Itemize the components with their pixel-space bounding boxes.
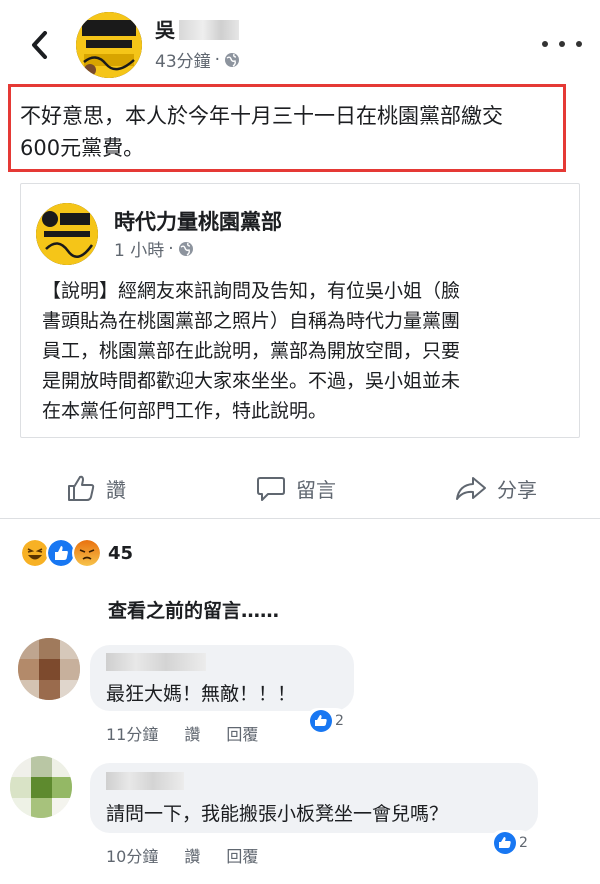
globe-icon <box>178 241 193 256</box>
blurred-avatar-image <box>18 638 80 700</box>
like-button[interactable]: 讚 <box>66 470 126 506</box>
post-timestamp[interactable]: 43分鐘 · <box>155 47 240 72</box>
comment-meta: 11分鐘 讚 回覆 <box>106 721 258 745</box>
comment-reply-link[interactable]: 回覆 <box>226 843 258 867</box>
divider <box>0 518 600 519</box>
more-horizontal-icon <box>542 41 548 47</box>
reaction-count: 45 <box>108 542 134 564</box>
more-options-button[interactable] <box>542 36 582 52</box>
blurred-commenter-name <box>106 772 184 790</box>
blurred-name <box>179 20 239 40</box>
party-logo-image <box>76 12 142 78</box>
party-logo-image <box>36 203 98 265</box>
blurred-avatar-image <box>10 756 72 818</box>
comment-like-link[interactable]: 讚 <box>184 843 200 867</box>
comment-button[interactable]: 留言 <box>256 470 336 506</box>
author-name[interactable]: 吳 <box>155 14 239 43</box>
comment-icon <box>257 477 285 501</box>
shared-page-name[interactable]: 時代力量桃園黨部 <box>114 206 282 236</box>
like-icon <box>310 710 332 732</box>
thumbs-up-icon <box>68 475 95 501</box>
author-avatar[interactable] <box>76 12 142 78</box>
share-button[interactable]: 分享 <box>455 470 537 506</box>
comment-reply-link[interactable]: 回覆 <box>226 721 258 745</box>
comment-text: 請問一下，我能搬張小板凳坐一會兒嗎？ <box>106 803 449 825</box>
comment-like-badge[interactable]: 2 <box>306 708 348 734</box>
shared-post-text: 【說明】經網友來訊詢問及告知，有位吳小姐（臉 書頭貼為在桃園黨部之照片）自稱為時… <box>42 280 461 422</box>
back-button[interactable] <box>22 28 56 62</box>
comment-bubble[interactable]: 請問一下，我能搬張小板凳坐一會兒嗎？ <box>90 763 538 833</box>
commenter-avatar[interactable] <box>10 756 72 818</box>
share-icon <box>456 477 486 500</box>
comment-meta: 10分鐘 讚 回覆 <box>106 843 258 867</box>
page-avatar[interactable] <box>36 203 98 265</box>
shared-timestamp[interactable]: 1 小時 · <box>114 236 194 261</box>
comment-like-badge[interactable]: 2 <box>490 830 532 856</box>
reactions-summary[interactable]: 45 <box>20 538 134 568</box>
comment-bubble[interactable]: 最狂大媽！無敵！！！ <box>90 645 354 711</box>
like-icon <box>494 832 516 854</box>
post-text: 不好意思，本人於今年十月三十一日在桃園黨部繳交 600元黨費。 <box>20 104 503 160</box>
chevron-left-icon <box>32 31 47 59</box>
view-previous-comments-link[interactable]: 查看之前的留言…… <box>108 596 279 623</box>
blurred-commenter-name <box>106 653 206 671</box>
globe-icon <box>225 52 240 67</box>
comment-time[interactable]: 10分鐘 <box>106 843 158 867</box>
commenter-avatar[interactable] <box>18 638 80 700</box>
comment-time[interactable]: 11分鐘 <box>106 721 158 745</box>
comment-text: 最狂大媽！無敵！！！ <box>106 683 297 705</box>
angry-icon <box>72 538 102 568</box>
comment-like-link[interactable]: 讚 <box>184 721 200 745</box>
